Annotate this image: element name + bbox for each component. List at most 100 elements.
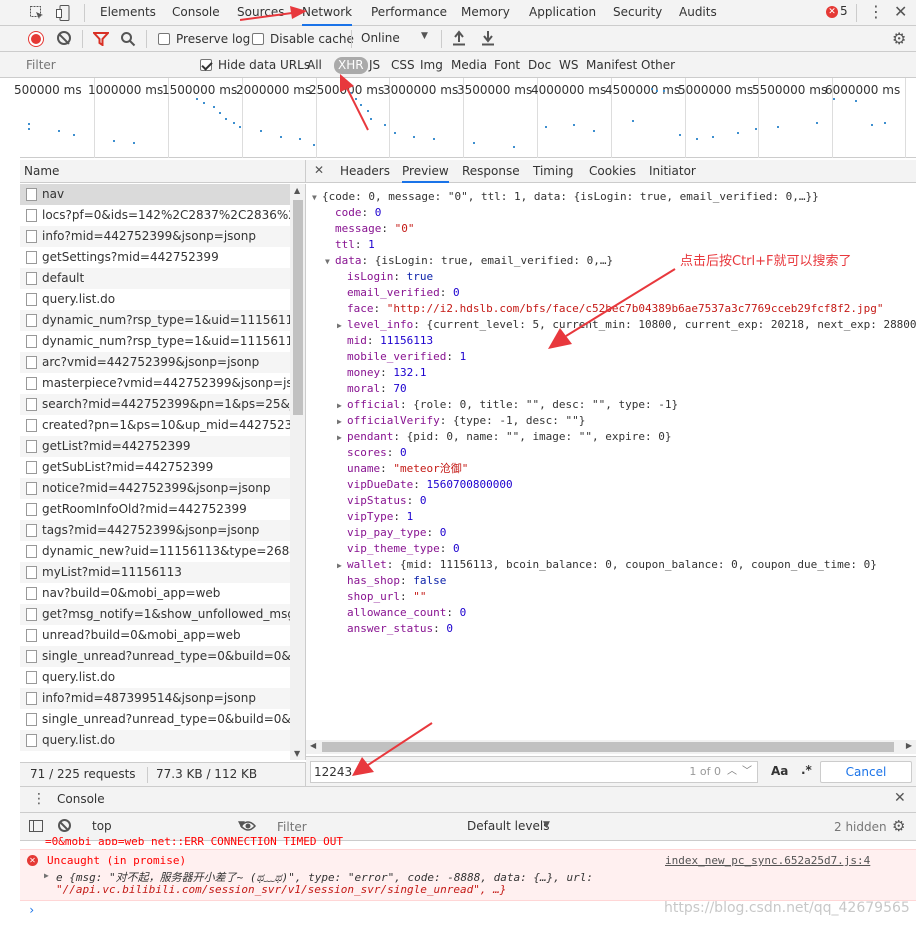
filter-type-doc[interactable]: Doc <box>528 57 551 74</box>
collapsed-triangle-icon[interactable]: ▶ <box>44 871 49 880</box>
request-list-scroll-thumb[interactable] <box>293 200 303 415</box>
throttle-select[interactable]: Online ▼ <box>361 31 433 45</box>
drawer-menu-icon[interactable]: ⋮ <box>32 791 46 807</box>
regex-button[interactable]: .* <box>801 763 812 777</box>
request-row[interactable]: myList?mid=11156113 <box>20 562 290 583</box>
export-har-icon[interactable] <box>481 30 495 46</box>
scroll-up-icon[interactable]: ▲ <box>294 186 300 195</box>
error-source-link[interactable]: index_new_pc_sync.652a25d7.js:4 <box>665 854 870 867</box>
request-row[interactable]: info?mid=487399514&jsonp=jsonp <box>20 688 290 709</box>
request-row[interactable]: locs?pf=0&ids=142%2C2837%2C2836%2C2870 <box>20 205 290 226</box>
collapsed-triangle-icon[interactable]: ▶ <box>337 398 347 414</box>
request-row[interactable]: search?mid=442752399&pn=1&ps=25&jsonp <box>20 394 290 415</box>
request-row[interactable]: unread?build=0&mobi_app=web <box>20 625 290 646</box>
tab-timing[interactable]: Timing <box>533 160 574 183</box>
scroll-down-icon[interactable]: ▼ <box>294 749 300 758</box>
close-devtools-icon[interactable]: ✕ <box>894 2 907 21</box>
filter-type-css[interactable]: CSS <box>391 57 415 74</box>
json-root[interactable]: ▼ {code: 0, message: "0", ttl: 1, data: {… <box>312 189 819 205</box>
request-row[interactable]: masterpiece?vmid=442752399&jsonp=jsonp <box>20 373 290 394</box>
tab-security[interactable]: Security <box>613 0 662 26</box>
record-icon[interactable] <box>29 32 43 46</box>
tab-cookies[interactable]: Cookies <box>589 160 636 183</box>
name-column-header[interactable]: Name <box>20 160 306 183</box>
tab-response[interactable]: Response <box>462 160 520 183</box>
request-row[interactable]: notice?mid=442752399&jsonp=jsonp <box>20 478 290 499</box>
json-row-collapsed[interactable]: ▶ officialVerify: {type: -1, desc: ""} <box>337 413 585 429</box>
request-row[interactable]: single_unread?unread_type=0&build=0&mobi <box>20 709 290 730</box>
filter-type-img[interactable]: Img <box>420 57 443 74</box>
device-toolbar-icon[interactable] <box>55 4 71 22</box>
close-detail-icon[interactable]: ✕ <box>314 163 324 177</box>
tab-headers[interactable]: Headers <box>340 160 390 183</box>
json-row-data[interactable]: ▼ data: {isLogin: true, email_verified: 0… <box>325 253 613 269</box>
request-row[interactable]: getSubList?mid=442752399 <box>20 457 290 478</box>
hide-data-urls-box[interactable] <box>200 59 212 71</box>
json-row-collapsed[interactable]: ▶ pendant: {pid: 0, name: "", image: "", … <box>337 429 672 445</box>
error-count-icon[interactable]: ✕ <box>826 6 838 18</box>
disable-cache-box[interactable] <box>252 33 264 45</box>
filter-type-media[interactable]: Media <box>451 57 487 74</box>
json-row-collapsed[interactable]: ▶ official: {role: 0, title: "", desc: ""… <box>337 397 678 413</box>
tab-preview[interactable]: Preview <box>402 160 449 183</box>
request-row[interactable]: arc?vmid=442752399&jsonp=jsonp <box>20 352 290 373</box>
request-row[interactable]: dynamic_num?rsp_type=1&uid=11156113&up <box>20 310 290 331</box>
request-row[interactable]: info?mid=442752399&jsonp=jsonp <box>20 226 290 247</box>
tab-console-drawer[interactable]: Console <box>57 792 105 806</box>
eye-icon[interactable] <box>240 820 256 832</box>
request-row[interactable]: nav <box>20 184 290 205</box>
hide-data-urls-checkbox[interactable]: Hide data URLs <box>200 58 310 72</box>
request-row[interactable]: created?pn=1&ps=10&up_mid=442752399&j <box>20 415 290 436</box>
console-settings-icon[interactable]: ⚙ <box>892 817 905 835</box>
request-row[interactable]: query.list.do <box>20 667 290 688</box>
clear-console-icon[interactable] <box>58 819 71 832</box>
error-count[interactable]: 5 <box>840 4 848 18</box>
request-row[interactable]: default <box>20 268 290 289</box>
log-levels-select[interactable]: Default levels ▼ <box>467 819 557 833</box>
network-overview[interactable]: 500000 ms 1000000 ms 1500000 ms 2000000 ms 2… <box>14 78 916 158</box>
request-row[interactable]: getSettings?mid=442752399 <box>20 247 290 268</box>
scroll-right-icon[interactable]: ▶ <box>906 741 912 750</box>
clear-icon[interactable] <box>57 31 71 45</box>
sidebar-toggle-icon[interactable] <box>29 820 43 832</box>
import-har-icon[interactable] <box>452 30 466 46</box>
request-row[interactable]: tags?mid=442752399&jsonp=jsonp <box>20 520 290 541</box>
filter-type-all[interactable]: All <box>307 57 322 74</box>
filter-icon[interactable] <box>91 32 111 47</box>
tab-initiator[interactable]: Initiator <box>649 160 696 183</box>
filter-input[interactable] <box>22 56 188 74</box>
expanded-triangle-icon[interactable]: ▼ <box>325 254 335 270</box>
json-row-collapsed[interactable]: ▶ level_info: {current_level: 5, current_… <box>337 317 916 333</box>
tab-application[interactable]: Application <box>529 0 596 26</box>
console-prompt-icon[interactable]: › <box>28 903 35 917</box>
request-row[interactable]: dynamic_new?uid=11156113&type=26843545 <box>20 541 290 562</box>
request-row[interactable]: nav?build=0&mobi_app=web <box>20 583 290 604</box>
filter-type-manifest[interactable]: Manifest <box>586 57 637 74</box>
expanded-triangle-icon[interactable]: ▼ <box>312 190 322 206</box>
more-menu-icon[interactable]: ⋮ <box>868 2 884 21</box>
search-input[interactable]: 12243 1 of 0 ︿ ﹀ <box>310 761 758 783</box>
tab-performance[interactable]: Performance <box>371 0 447 26</box>
close-drawer-icon[interactable]: ✕ <box>894 790 906 806</box>
request-row[interactable]: query.list.do <box>20 289 290 310</box>
settings-gear-icon[interactable]: ⚙ <box>892 29 906 48</box>
filter-type-js[interactable]: JS <box>369 57 380 74</box>
request-row[interactable]: get?msg_notify=1&show_unfollowed_msg=18 <box>20 604 290 625</box>
tab-console[interactable]: Console <box>172 0 220 26</box>
search-icon[interactable] <box>120 31 136 47</box>
filter-type-font[interactable]: Font <box>494 57 520 74</box>
request-row[interactable]: getRoomInfoOld?mid=442752399 <box>20 499 290 520</box>
tab-sources[interactable]: Sources <box>237 0 284 26</box>
request-row[interactable]: single_unread?unread_type=0&build=0&mobi <box>20 646 290 667</box>
tab-memory[interactable]: Memory <box>461 0 510 26</box>
collapsed-triangle-icon[interactable]: ▶ <box>337 430 347 446</box>
collapsed-triangle-icon[interactable]: ▶ <box>337 558 347 574</box>
request-row[interactable]: query.list.do <box>20 730 290 751</box>
preview-hscroll-thumb[interactable] <box>322 742 894 752</box>
cancel-search-button[interactable]: Cancel <box>820 761 912 783</box>
preserve-log-checkbox[interactable]: Preserve log <box>158 32 250 46</box>
collapsed-triangle-icon[interactable]: ▶ <box>337 318 347 334</box>
console-error-message[interactable]: ✕ Uncaught (in promise) index_new_pc_syn… <box>20 849 916 901</box>
preserve-log-box[interactable] <box>158 33 170 45</box>
tab-audits[interactable]: Audits <box>679 0 717 26</box>
